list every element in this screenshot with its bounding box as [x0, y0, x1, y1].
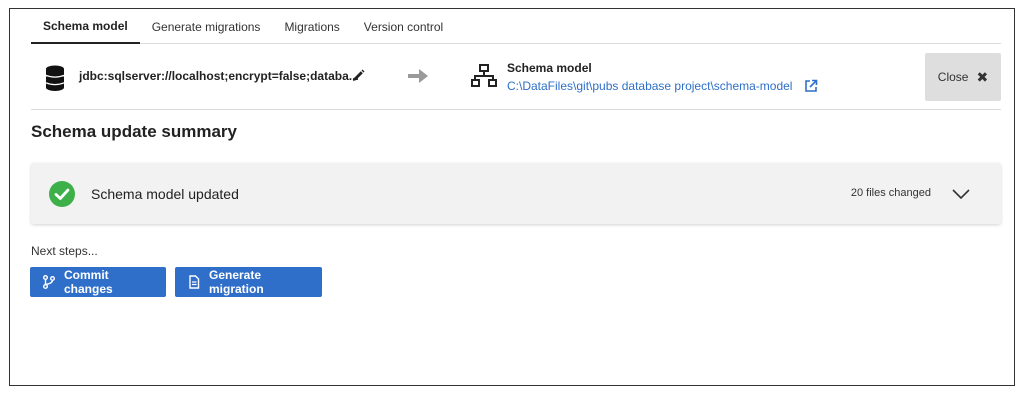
external-link-icon[interactable]: [804, 79, 818, 93]
close-button[interactable]: Close ✖: [925, 53, 1001, 101]
close-label: Close: [937, 70, 969, 84]
tab-bar: Schema model Generate migrations Migrati…: [31, 9, 1001, 44]
arrow-right-icon: [408, 69, 428, 83]
close-icon: ✖: [976, 68, 989, 85]
source-connection-string: jdbc:sqlserver://localhost;encrypt=false…: [79, 69, 359, 83]
target-path-link[interactable]: C:\DataFiles\git\pubs database project\s…: [507, 79, 792, 93]
schema-hierarchy-icon: [471, 64, 497, 87]
pencil-icon[interactable]: [350, 68, 366, 84]
files-changed-count: 20 files changed: [850, 187, 931, 199]
summary-status: Schema model updated: [91, 186, 239, 202]
document-icon: [189, 275, 200, 289]
database-icon: [45, 65, 65, 91]
tab-version-control[interactable]: Version control: [352, 9, 455, 44]
tab-schema-model[interactable]: Schema model: [31, 9, 140, 44]
git-branch-icon: [43, 275, 55, 289]
connection-row: jdbc:sqlserver://localhost;encrypt=false…: [31, 53, 1001, 110]
schema-model-panel: Schema model Generate migrations Migrati…: [9, 8, 1015, 386]
target-title: Schema model: [507, 61, 592, 75]
success-check-icon: [49, 181, 75, 207]
summary-heading: Schema update summary: [31, 122, 237, 141]
generate-migration-button[interactable]: Generate migration: [175, 267, 322, 297]
next-steps-label: Next steps...: [31, 244, 98, 258]
commit-changes-button[interactable]: Commit changes: [30, 267, 166, 297]
chevron-down-icon[interactable]: [951, 184, 971, 204]
tab-migrations[interactable]: Migrations: [272, 9, 351, 44]
tab-generate-migrations[interactable]: Generate migrations: [140, 9, 273, 44]
summary-card[interactable]: Schema model updated 20 files changed: [31, 163, 1001, 224]
commit-changes-label: Commit changes: [64, 268, 113, 296]
generate-migration-label: Generate migration: [209, 268, 264, 296]
